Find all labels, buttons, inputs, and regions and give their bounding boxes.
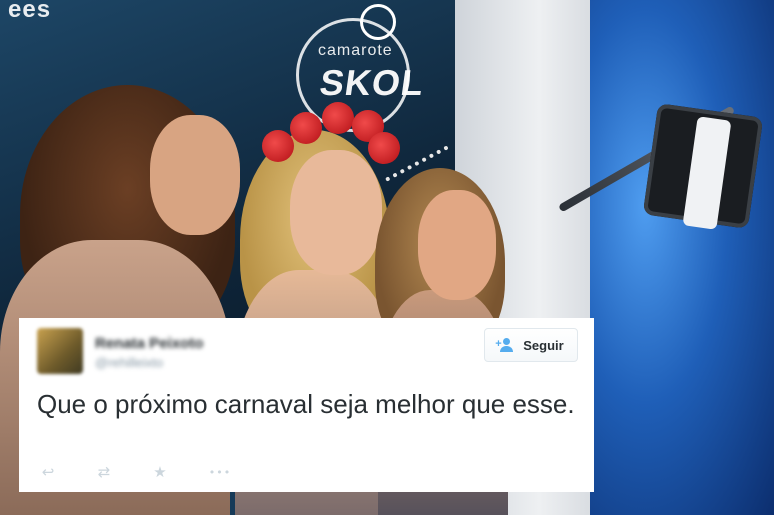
woman-right-face	[418, 190, 496, 300]
avatar[interactable]	[37, 328, 83, 374]
user-display-name[interactable]: Renata Peixoto	[95, 335, 203, 352]
favorite-icon[interactable]: ★	[150, 463, 170, 481]
more-icon[interactable]: •••	[206, 466, 234, 479]
logo-text-camarote: camarote	[318, 42, 393, 59]
woman-center-face	[290, 150, 382, 275]
flower-crown-rose	[262, 130, 294, 162]
retweet-icon[interactable]: ⇄	[94, 463, 114, 481]
tweet-actions-bar: ↩ ⇄ ★ •••	[38, 463, 234, 481]
add-user-icon: +	[495, 338, 516, 352]
skol-arrow-icon	[360, 4, 396, 40]
embedded-tweet-card: Renata Peixoto @rehilleixto + Seguir Que…	[19, 318, 594, 492]
woman-left-face	[150, 115, 240, 235]
brand-text-top: ees	[8, 0, 52, 23]
follow-button[interactable]: + Seguir	[484, 328, 578, 362]
flower-crown-rose	[290, 112, 322, 144]
follow-button-label: Seguir	[523, 337, 564, 353]
logo-text-skol: SKOL	[317, 62, 427, 103]
flower-crown-rose	[368, 132, 400, 164]
tweet-text: Que o próximo carnaval seja melhor que e…	[37, 389, 575, 419]
sponsor-banner-right	[590, 0, 774, 515]
user-handle[interactable]: @rehilleixto	[95, 355, 163, 370]
reply-icon[interactable]: ↩	[38, 463, 58, 481]
flower-crown-rose	[322, 102, 354, 134]
